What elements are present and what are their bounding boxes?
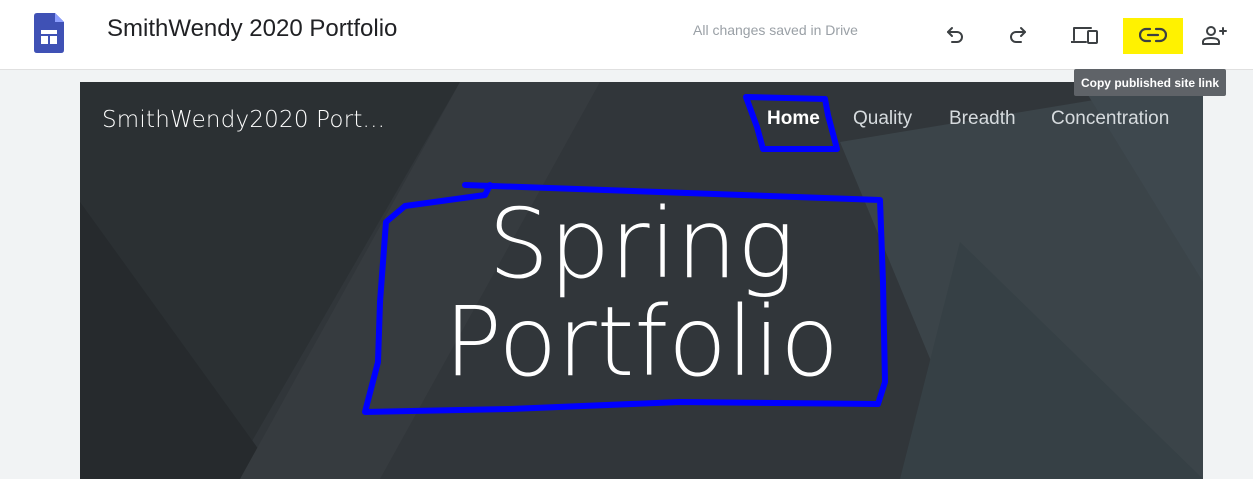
devices-preview-icon [1071,27,1098,44]
nav-item-quality[interactable]: Quality [853,108,912,130]
link-icon [1139,27,1167,43]
copy-link-button[interactable] [1135,17,1171,53]
nav-item-breadth[interactable]: Breadth [949,108,1016,130]
share-button[interactable] [1197,17,1233,53]
hero-title-line2: Portfolio [444,286,839,398]
redo-button[interactable] [1000,17,1036,53]
undo-icon [947,27,963,43]
add-person-icon [1202,26,1227,45]
site-title[interactable]: SmithWendy2020 Port... [102,107,385,133]
redo-icon [1010,27,1026,43]
document-title[interactable]: SmithWendy 2020 Portfolio [107,15,397,43]
nav-item-concentration[interactable]: Concentration [1051,108,1169,130]
top-app-bar: SmithWendy 2020 Portfolio All changes sa… [0,0,1253,70]
save-status: All changes saved in Drive [693,22,858,38]
hero-title-line1: Spring [488,188,795,300]
nav-item-home[interactable]: Home [767,108,820,130]
preview-button[interactable] [1067,17,1103,53]
site-preview[interactable]: SmithWendy2020 Port... Home Quality Brea… [80,82,1203,479]
undo-button[interactable] [937,17,973,53]
google-sites-icon[interactable] [34,13,64,53]
tooltip: Copy published site link [1074,69,1226,96]
